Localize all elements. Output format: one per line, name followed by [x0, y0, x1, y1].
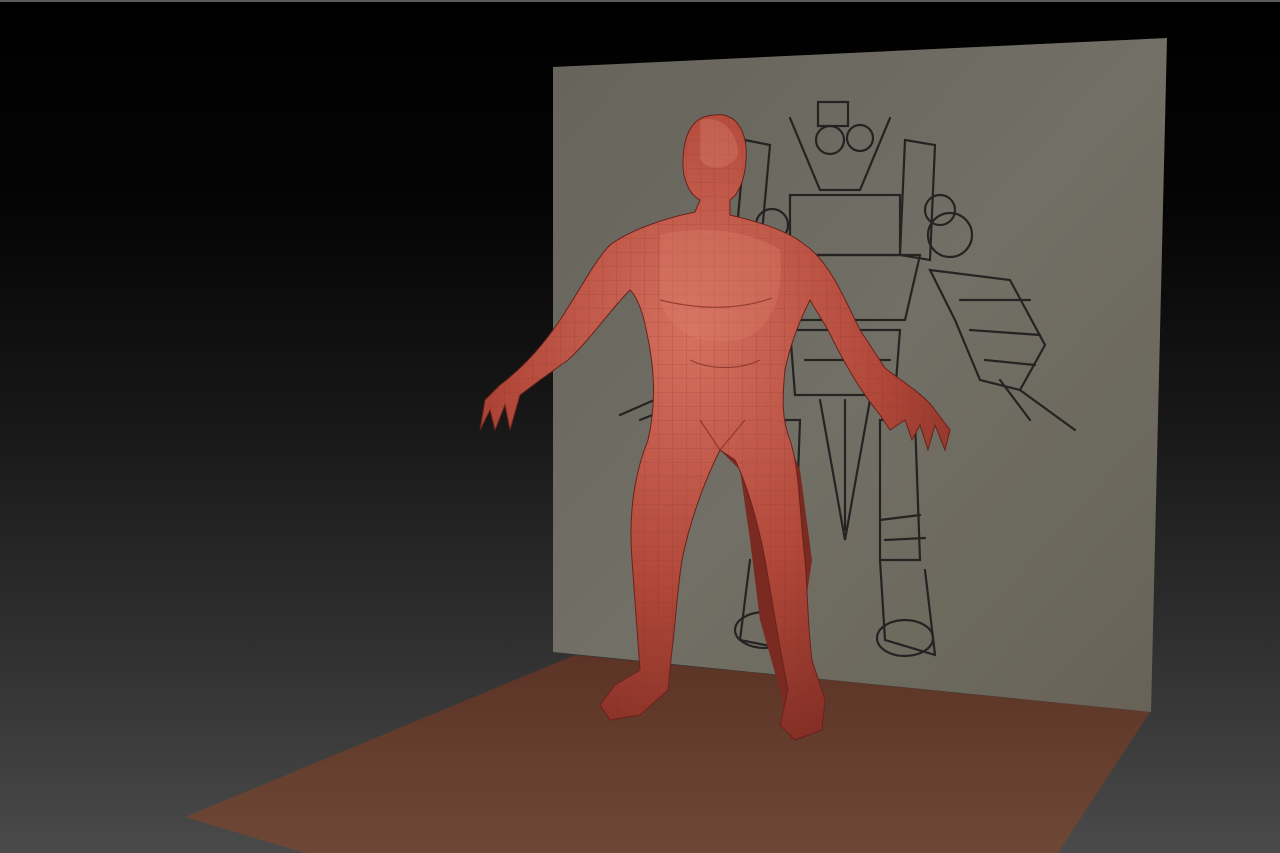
3d-viewport[interactable]: [0, 0, 1280, 853]
scene-canvas[interactable]: [0, 0, 1280, 853]
